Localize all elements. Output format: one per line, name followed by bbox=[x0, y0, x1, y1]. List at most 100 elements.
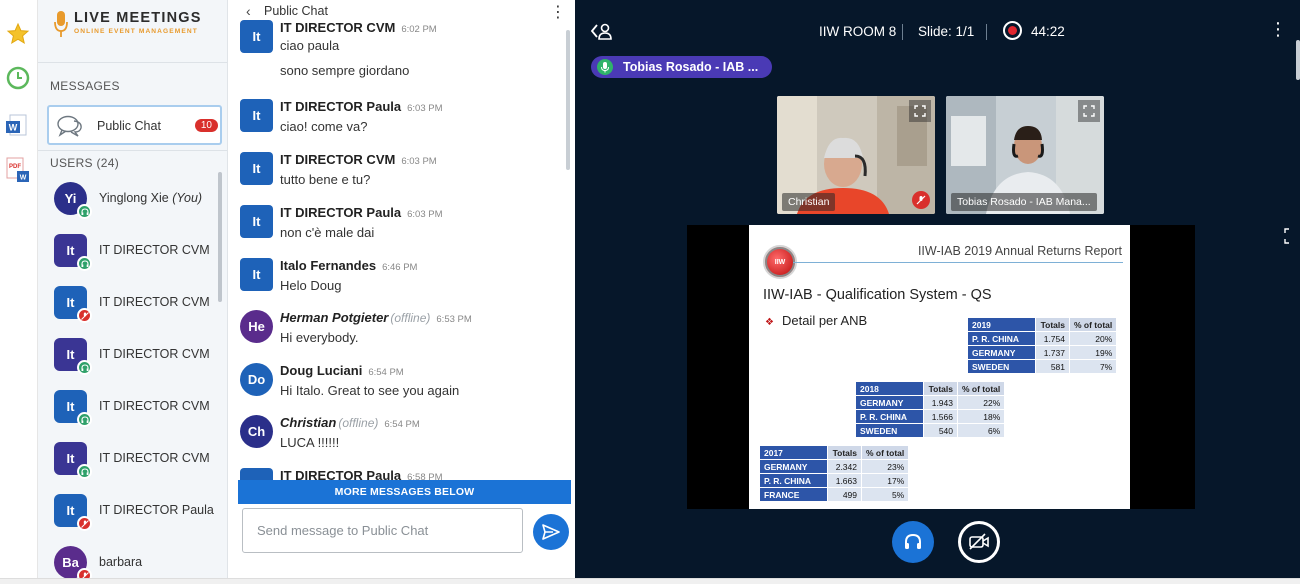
table-row: SWEDEN 540 6% bbox=[855, 423, 1006, 438]
video-share-button[interactable] bbox=[958, 521, 1000, 563]
public-chat-label: Public Chat bbox=[97, 119, 161, 133]
webcam-tile[interactable]: Christian bbox=[777, 96, 935, 214]
table-cell: 7% bbox=[1068, 359, 1118, 374]
avatar: Ch bbox=[240, 415, 273, 448]
record-icon[interactable] bbox=[1003, 21, 1022, 40]
table-cell: 499 bbox=[827, 487, 862, 502]
bullet-text: Detail per ANB bbox=[781, 313, 868, 328]
message-text: tutto bene e tu? bbox=[280, 172, 371, 187]
pdf-doc-icon[interactable]: PDF W bbox=[4, 156, 32, 184]
unread-badge: 10 bbox=[194, 119, 218, 132]
presentation-slide: IIW IIW-IAB 2019 Annual Returns Report I… bbox=[749, 225, 1130, 509]
table-cell: 2.342 bbox=[827, 459, 862, 474]
star-icon[interactable] bbox=[4, 20, 32, 48]
table-row: GERMANY 1.737 19% bbox=[967, 345, 1118, 360]
message-text: Helo Doug bbox=[280, 278, 342, 293]
stage-scrollbar[interactable] bbox=[1296, 40, 1300, 80]
message-text: ciao paula bbox=[280, 38, 340, 53]
message-time: 6:02 PM bbox=[401, 24, 437, 35]
table-header-row: 2017 Totals% of total bbox=[759, 445, 910, 460]
muted-mic-icon bbox=[77, 308, 92, 323]
user-row[interactable]: It IT DIRECTOR CVM bbox=[54, 390, 224, 434]
user-name: barbara bbox=[99, 555, 143, 569]
table-cell: GERMANY bbox=[967, 345, 1036, 360]
slide-counter: Slide: 1/1 bbox=[918, 24, 975, 39]
fullscreen-icon[interactable] bbox=[1078, 100, 1100, 122]
talker-name: Tobias Rosado - IAB ... bbox=[623, 60, 759, 74]
svg-text:W: W bbox=[9, 123, 18, 133]
chat-message-input[interactable] bbox=[242, 508, 523, 553]
user-row[interactable]: Yi Yinglong Xie (You) bbox=[54, 182, 224, 226]
bullet-diamond-icon: ❖ bbox=[765, 317, 774, 328]
message-sender: IT DIRECTOR CVM 6:03 PM bbox=[280, 152, 437, 167]
users-heading: USERS (24) bbox=[50, 156, 120, 170]
avatar: Do bbox=[240, 363, 273, 396]
send-button[interactable] bbox=[533, 514, 569, 550]
table-cell: GERMANY bbox=[759, 459, 828, 474]
userlist-scrollbar[interactable] bbox=[218, 172, 222, 302]
message-text: Hi everybody. bbox=[280, 330, 359, 345]
offline-label: (offline) bbox=[390, 311, 431, 325]
avatar: It bbox=[240, 152, 273, 185]
table-cell: 22% bbox=[956, 395, 1006, 410]
user-name: IT DIRECTOR Paula bbox=[99, 503, 214, 517]
table-row: GERMANY 1.943 22% bbox=[855, 395, 1006, 410]
avatar: It bbox=[240, 258, 273, 291]
meeting-timer: 44:22 bbox=[1031, 24, 1065, 39]
user-row[interactable]: It IT DIRECTOR CVM bbox=[54, 286, 224, 330]
table-cell: 23% bbox=[860, 459, 910, 474]
audio-headphones-button[interactable] bbox=[892, 521, 934, 563]
public-chat-item[interactable]: Public Chat 10 bbox=[47, 105, 222, 145]
message-time: 6:03 PM bbox=[407, 103, 443, 114]
table-header-row: 2019 Totals% of total bbox=[967, 317, 1118, 332]
expand-icon[interactable] bbox=[1284, 228, 1294, 249]
slide-bullet: ❖ Detail per ANB bbox=[765, 313, 867, 328]
more-messages-button[interactable]: MORE MESSAGES BELOW bbox=[238, 480, 571, 504]
table-cell: 1.754 bbox=[1035, 331, 1070, 346]
divider bbox=[38, 150, 227, 151]
fullscreen-icon[interactable] bbox=[909, 100, 931, 122]
table-cell: 6% bbox=[956, 423, 1006, 438]
slide-heading: IIW-IAB - Qualification System - QS bbox=[763, 287, 992, 303]
slide-viewer[interactable]: IIW IIW-IAB 2019 Annual Returns Report I… bbox=[687, 225, 1195, 509]
divider bbox=[986, 24, 987, 40]
data-table-2019: 2019 Totals% of total P. R. CHINA 1.754 20% G… bbox=[967, 317, 1118, 374]
word-doc-icon[interactable]: W bbox=[4, 112, 32, 140]
chat-scrollbar[interactable] bbox=[566, 30, 570, 170]
divider bbox=[38, 62, 227, 63]
divider bbox=[793, 262, 1123, 263]
message-sender: Christian (offline) 6:54 PM bbox=[280, 415, 420, 430]
user-name: IT DIRECTOR CVM bbox=[99, 451, 210, 465]
room-name: IIW ROOM 8 bbox=[819, 24, 897, 39]
app-logo: LIVE MEETINGS ONLINE EVENT MANAGEMENT bbox=[54, 8, 224, 48]
message-time: 6:53 PM bbox=[436, 314, 472, 325]
options-menu-icon[interactable]: ⋮ bbox=[1269, 19, 1287, 40]
muted-mic-icon bbox=[912, 191, 930, 209]
users-toggle-button[interactable] bbox=[590, 22, 613, 45]
divider bbox=[902, 24, 903, 40]
user-row[interactable]: It IT DIRECTOR CVM bbox=[54, 442, 224, 486]
table-cell: 581 bbox=[1035, 359, 1070, 374]
message-text: LUCA !!!!!! bbox=[280, 435, 340, 450]
user-name: IT DIRECTOR CVM bbox=[99, 347, 210, 361]
table-cell: P. R. CHINA bbox=[759, 473, 828, 488]
table-cell: SWEDEN bbox=[967, 359, 1036, 374]
send-icon bbox=[542, 524, 560, 540]
table-cell: SWEDEN bbox=[855, 423, 924, 438]
user-name: IT DIRECTOR CVM bbox=[99, 243, 210, 257]
data-table-2017: 2017 Totals% of total GERMANY 2.342 23% P. R.… bbox=[759, 445, 910, 502]
headphones-icon bbox=[77, 360, 92, 375]
message-time: 6:03 PM bbox=[401, 156, 437, 167]
message-time: 6:54 PM bbox=[384, 419, 420, 430]
user-row[interactable]: It IT DIRECTOR CVM bbox=[54, 338, 224, 382]
table-header: Totals bbox=[923, 381, 958, 396]
table-year: 2018 bbox=[855, 381, 924, 396]
webcam-tile[interactable]: Tobias Rosado - IAB Mana... bbox=[946, 96, 1104, 214]
user-row[interactable]: It IT DIRECTOR Paula bbox=[54, 494, 224, 538]
headphones-icon bbox=[77, 256, 92, 271]
user-row[interactable]: It IT DIRECTOR CVM bbox=[54, 234, 224, 278]
talking-indicator[interactable]: Tobias Rosado - IAB ... bbox=[591, 56, 772, 78]
clock-icon[interactable] bbox=[4, 64, 32, 92]
message-text: ciao! come va? bbox=[280, 119, 368, 134]
message-text: non c'è male dai bbox=[280, 225, 375, 240]
